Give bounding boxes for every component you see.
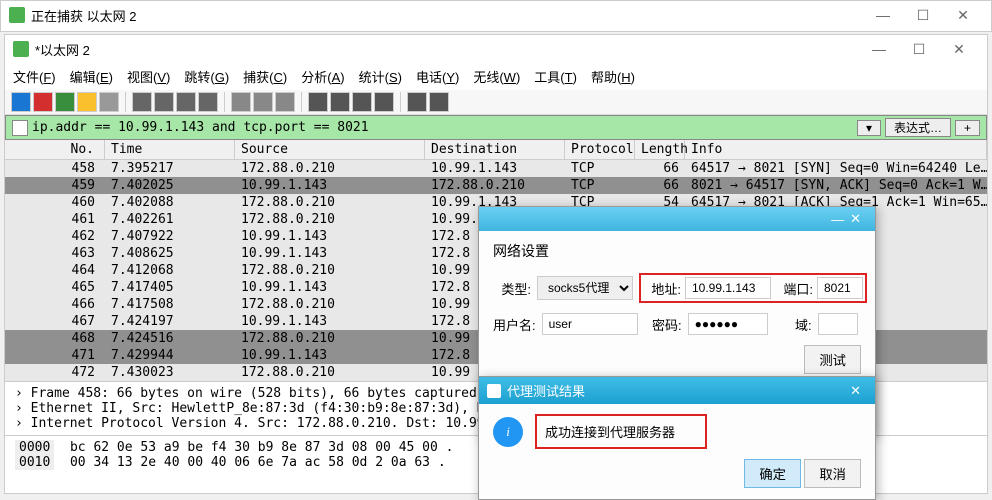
column-header[interactable]: Info — [685, 140, 987, 159]
menu-item[interactable]: 编辑(E) — [70, 67, 113, 86]
toolbar-button[interactable] — [11, 92, 31, 112]
toolbar-button[interactable] — [308, 92, 328, 112]
column-header[interactable]: Length — [635, 140, 685, 159]
menu-item[interactable]: 统计(S) — [359, 67, 402, 86]
max-icon[interactable]: ☐ — [903, 7, 943, 24]
toolbar-button[interactable] — [374, 92, 394, 112]
type-select[interactable]: socks5代理 — [537, 276, 633, 300]
filter-bookmark-icon[interactable] — [12, 120, 28, 136]
toolbar-button[interactable] — [99, 92, 119, 112]
addr-label: 地址: — [643, 279, 681, 298]
filter-clear-arrow[interactable]: ▾ — [857, 120, 881, 136]
column-header[interactable]: No. — [5, 140, 105, 159]
pwd-label: 密码: — [644, 315, 682, 334]
table-row[interactable]: 4587.395217172.88.0.21010.99.1.143TCP666… — [5, 160, 987, 177]
column-header[interactable]: Destination — [425, 140, 565, 159]
user-label: 用户名: — [493, 315, 536, 334]
toolbar-button[interactable] — [33, 92, 53, 112]
min-icon[interactable]: — — [859, 41, 899, 58]
toolbar-button[interactable] — [154, 92, 174, 112]
menu-item[interactable]: 视图(V) — [127, 67, 170, 86]
toolbar-button[interactable] — [176, 92, 196, 112]
port-label: 端口: — [775, 279, 813, 298]
menu-item[interactable]: 工具(T) — [534, 67, 577, 86]
toolbar-button[interactable] — [253, 92, 273, 112]
menu-item[interactable]: 捕获(C) — [243, 67, 287, 86]
alert-title: 代理测试结果 — [507, 381, 844, 400]
menu-item[interactable]: 无线(W) — [473, 67, 520, 86]
test-button[interactable]: 测试 — [804, 345, 861, 374]
hex-line: bc 62 0e 53 a9 be f4 30 b9 8e 87 3d 08 0… — [70, 440, 454, 455]
column-header[interactable]: Source — [235, 140, 425, 159]
filter-expr-btn[interactable]: 表达式… — [885, 118, 951, 137]
close-icon[interactable]: ✕ — [939, 41, 979, 58]
toolbar-button[interactable] — [275, 92, 295, 112]
main-titlebar: *以太网 2 — ☐ ✕ — [5, 35, 987, 63]
alert-message: 成功连接到代理服务器 — [545, 422, 675, 441]
parent-titlebar: 正在捕获 以太网 2 — ☐ ✕ — [1, 1, 991, 29]
menu-item[interactable]: 分析(A) — [301, 67, 344, 86]
menu-item[interactable]: 跳转(G) — [184, 67, 229, 86]
menu-item[interactable]: 电话(Y) — [416, 67, 459, 86]
filter-input[interactable] — [32, 120, 853, 135]
app-icon — [13, 41, 29, 57]
hex-line: 00 34 13 2e 40 00 40 06 6e 7a ac 58 0d 2… — [70, 455, 446, 470]
dlg-min-icon[interactable]: — — [831, 212, 844, 227]
pwd-input[interactable] — [688, 313, 768, 335]
toolbar-button[interactable] — [132, 92, 152, 112]
netcfg-title: 网络设置 — [493, 241, 861, 261]
menu-item[interactable]: 帮助(H) — [591, 67, 635, 86]
close-icon[interactable]: ✕ — [943, 7, 983, 24]
toolbar-button[interactable] — [77, 92, 97, 112]
port-input[interactable] — [817, 277, 863, 299]
toolbar-button[interactable] — [352, 92, 372, 112]
min-icon[interactable]: — — [863, 7, 903, 24]
penguin-icon — [487, 384, 501, 398]
parent-title: 正在捕获 以太网 2 — [31, 6, 863, 25]
column-header[interactable]: Protocol — [565, 140, 635, 159]
addr-port-highlight: 地址: 端口: — [639, 273, 867, 303]
toolbar-button[interactable] — [198, 92, 218, 112]
table-row[interactable]: 4597.40202510.99.1.143172.88.0.210TCP668… — [5, 177, 987, 194]
domain-label: 域: — [774, 315, 812, 334]
toolbar — [5, 90, 987, 115]
toolbar-button[interactable] — [407, 92, 427, 112]
filter-plus-btn[interactable]: + — [955, 120, 980, 136]
dlg-close-icon[interactable]: ✕ — [844, 211, 867, 227]
domain-input[interactable] — [818, 313, 858, 335]
menu-item[interactable]: 文件(F) — [13, 67, 56, 86]
hex-offset: 0010 — [15, 455, 54, 470]
addr-input[interactable] — [685, 277, 771, 299]
info-icon: i — [493, 417, 523, 447]
menubar: 文件(F) 编辑(E) 视图(V) 跳转(G) 捕获(C) 分析(A) 统计(S) 电话(Y)… — [5, 63, 987, 90]
app-icon — [9, 7, 25, 23]
hex-offset: 0000 — [15, 440, 54, 455]
alert-close-icon[interactable]: ✕ — [844, 383, 867, 399]
ok-button[interactable]: 确定 — [744, 459, 801, 488]
max-icon[interactable]: ☐ — [899, 41, 939, 58]
type-label: 类型: — [493, 279, 531, 298]
toolbar-button[interactable] — [231, 92, 251, 112]
column-header[interactable]: Time — [105, 140, 235, 159]
user-input[interactable] — [542, 313, 638, 335]
main-title: *以太网 2 — [35, 40, 859, 59]
toolbar-button[interactable] — [429, 92, 449, 112]
toolbar-button[interactable] — [55, 92, 75, 112]
toolbar-button[interactable] — [330, 92, 350, 112]
cancel-button[interactable]: 取消 — [804, 459, 861, 488]
